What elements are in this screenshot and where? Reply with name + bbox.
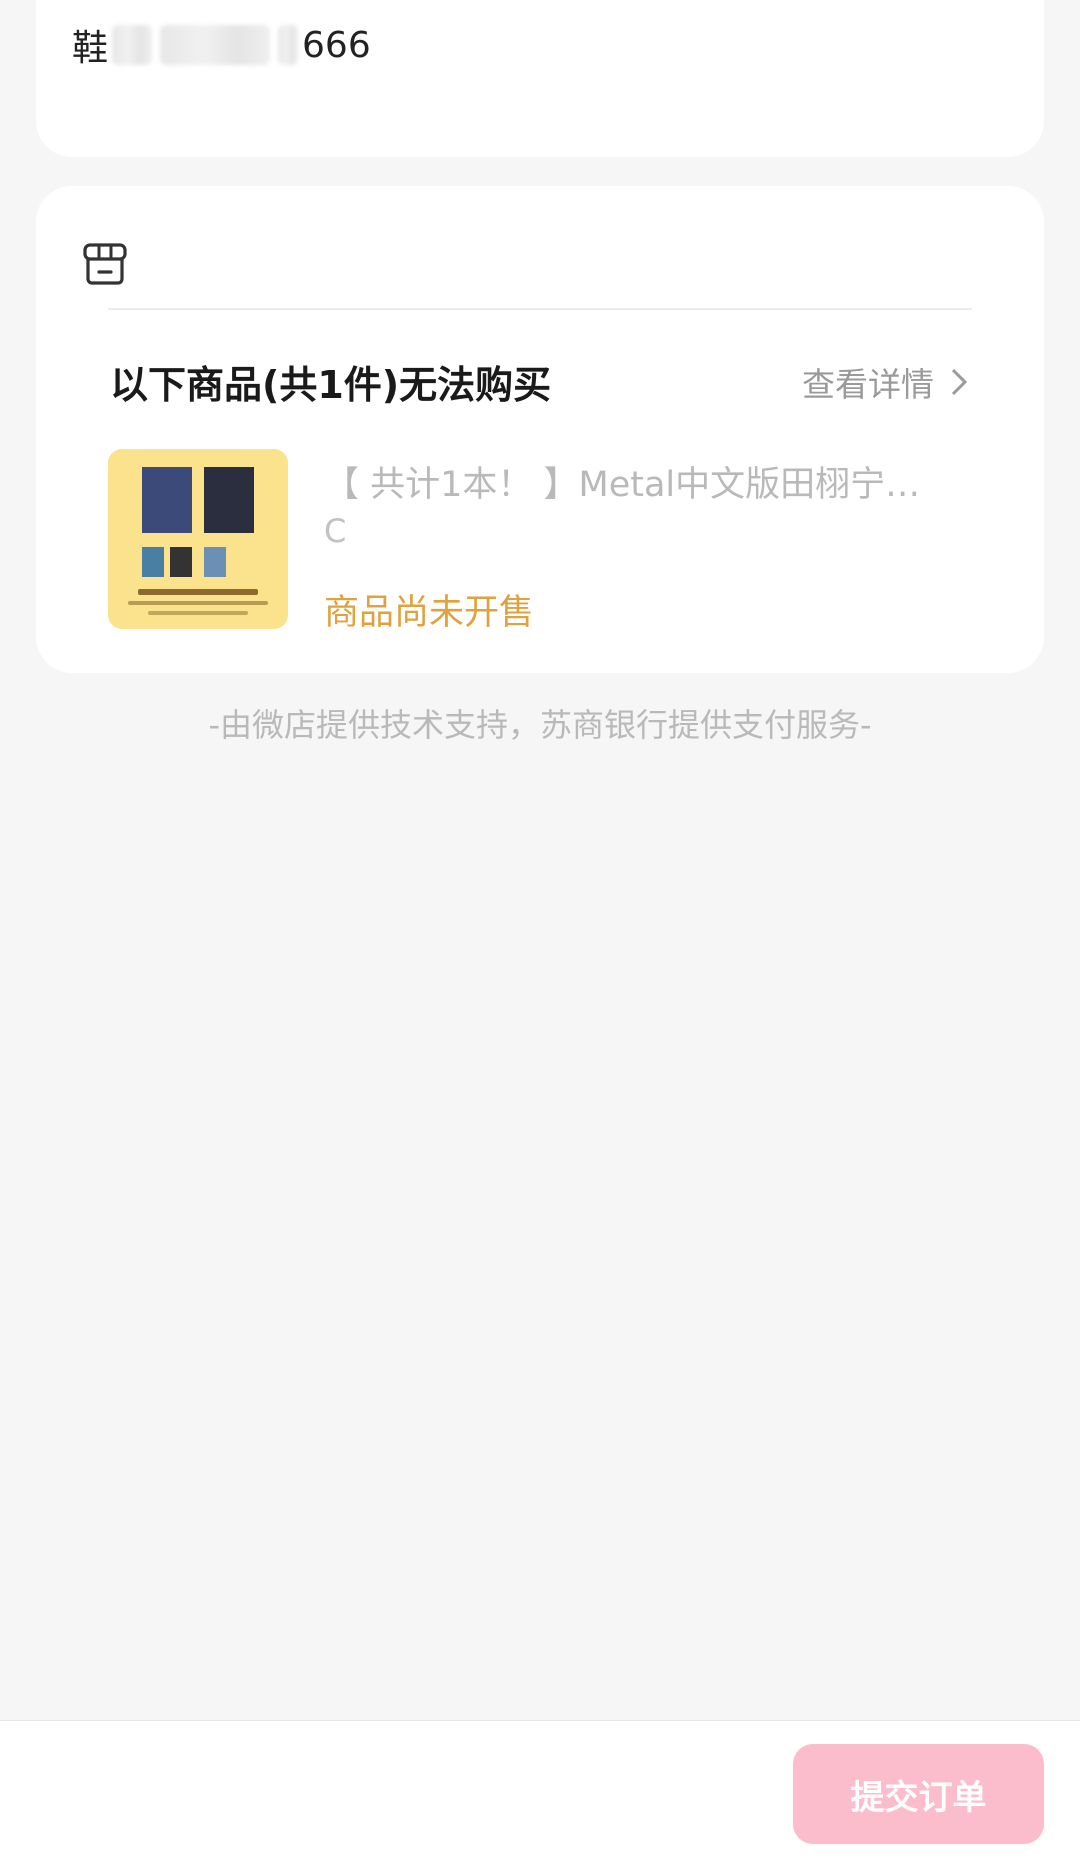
view-details-link[interactable]: 查看详情 [802,358,968,406]
address-redacted [160,25,271,65]
address-line: 鞋 666 [72,20,371,70]
address-redacted [278,25,299,65]
product-sku: C [324,512,347,550]
product-title[interactable]: 【 共计1本！ 】Metal中文版田栩宁… [324,456,974,507]
address-prefix: 鞋 [72,28,109,69]
product-status: 商品尚未开售 [324,593,535,633]
divider [108,308,972,310]
product-thumbnail[interactable] [108,449,288,629]
address-redacted [112,25,153,65]
service-footer-note: -由微店提供技术支持，苏商银行提供支付服务- [208,706,872,744]
unavailable-items-card: 以下商品(共1件)无法购买 查看详情 【 共计1本！ 】Metal中文版田栩宁…… [36,186,1044,673]
unavailable-title: 以下商品(共1件)无法购买 [110,363,552,407]
view-details-label: 查看详情 [802,365,934,404]
chevron-right-icon [951,368,968,396]
bottom-action-bar: 提交订单 [0,1720,1080,1874]
address-suffix: 666 [302,24,371,66]
submit-order-button[interactable]: 提交订单 [793,1744,1044,1844]
address-card[interactable]: 鞋 666 [36,0,1044,157]
store-icon [83,243,127,285]
